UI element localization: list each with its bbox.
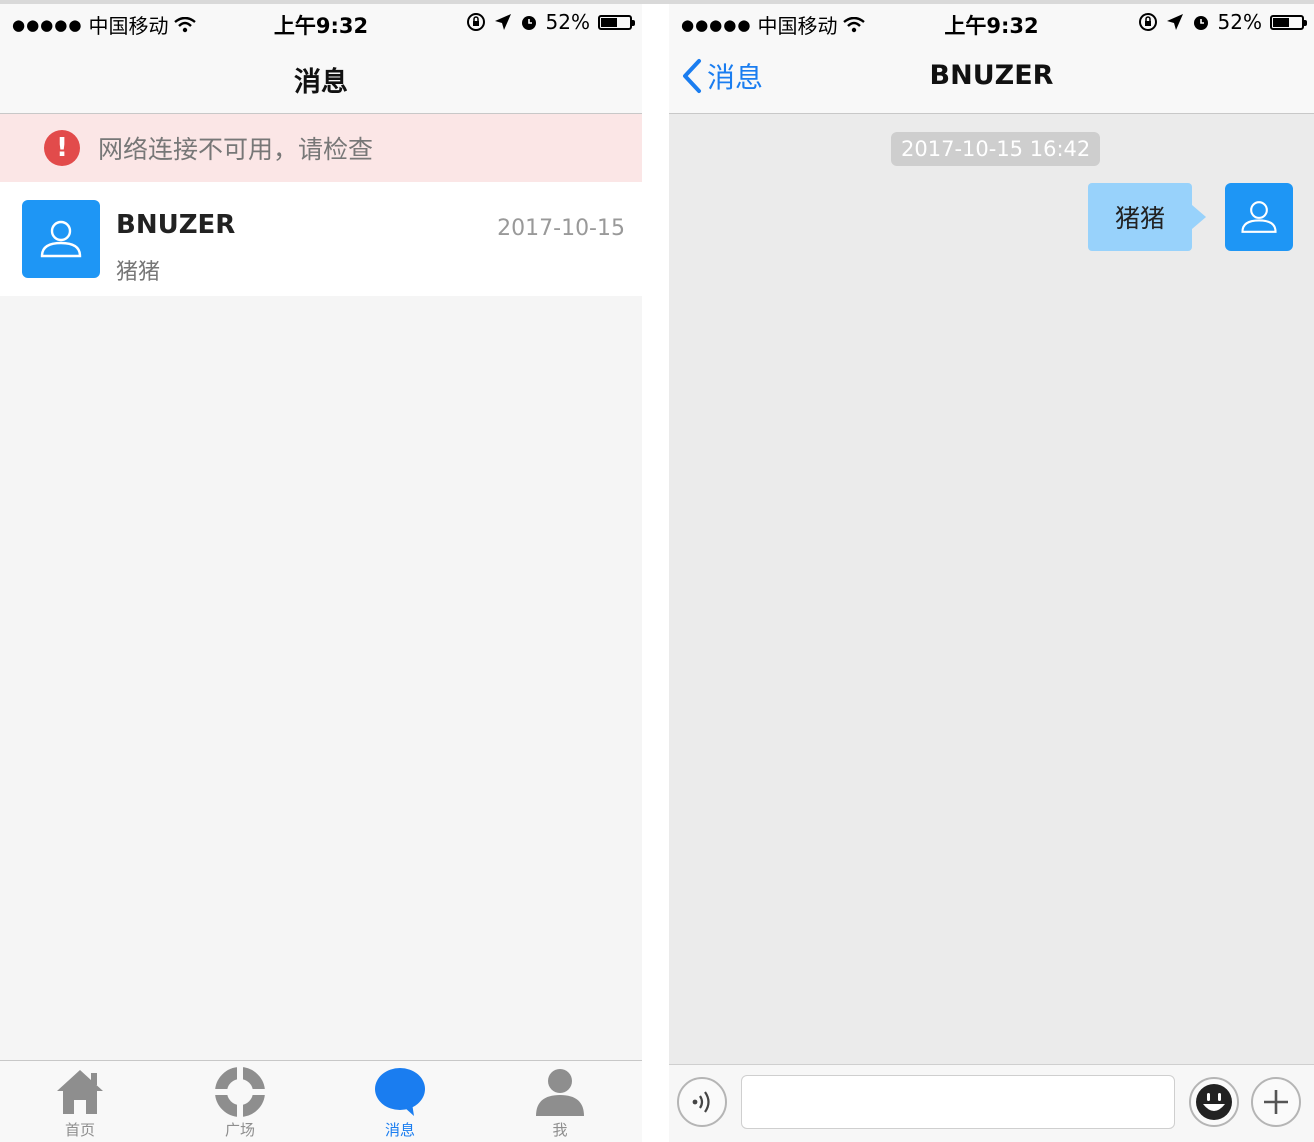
tab-home-label: 首页 xyxy=(64,1121,95,1139)
tab-square-label: 广场 xyxy=(224,1121,255,1139)
message-input[interactable] xyxy=(741,1075,1175,1129)
conversation-preview: 猪猪 xyxy=(116,260,161,285)
tab-profile-label: 我 xyxy=(552,1121,568,1139)
user-icon xyxy=(1241,201,1277,233)
network-alert-banner[interactable]: ! 网络连接不可用，请检查 xyxy=(0,114,642,182)
chat-input-bar xyxy=(669,1064,1314,1142)
message-timestamp: 2017-10-15 16:42 xyxy=(891,132,1101,166)
tab-profile[interactable]: 我 xyxy=(510,1067,610,1140)
alarm-icon xyxy=(1193,16,1208,30)
avatar xyxy=(22,200,100,278)
message-icon xyxy=(375,1068,425,1116)
nav-bar: 消息 xyxy=(0,42,642,114)
tab-bar: 首页 广场 消息 我 xyxy=(0,1060,642,1142)
battery-percent: 52% xyxy=(545,10,590,34)
voice-button[interactable] xyxy=(677,1077,727,1127)
battery-icon xyxy=(1270,14,1307,30)
tab-home[interactable]: 首页 xyxy=(30,1067,130,1140)
chat-title: BNUZER xyxy=(929,60,1054,91)
conversation-row[interactable]: BNUZER 猪猪 2017-10-15 xyxy=(0,182,642,296)
rotation-lock-icon xyxy=(1138,13,1157,31)
battery-percent: 52% xyxy=(1217,10,1262,34)
chat-screen: ●●●●● 中国移动 上午9:32 52% 消息 BNUZER 2017-10-… xyxy=(669,4,1314,1142)
voice-icon xyxy=(692,1091,710,1113)
emoji-icon xyxy=(1196,1084,1232,1120)
more-button[interactable] xyxy=(1251,1077,1301,1127)
status-bar: ●●●●● 中国移动 上午9:32 52% xyxy=(0,4,642,42)
tab-messages-label: 消息 xyxy=(384,1121,415,1139)
alarm-icon xyxy=(521,16,536,30)
status-right: 52% xyxy=(466,10,635,34)
conversation-name: BNUZER xyxy=(116,210,236,240)
location-icon xyxy=(494,14,511,30)
message-bubble[interactable]: 猪猪 xyxy=(1088,183,1206,251)
location-icon xyxy=(1166,14,1183,30)
tab-messages[interactable]: 消息 xyxy=(350,1067,450,1140)
rotation-lock-icon xyxy=(466,13,485,31)
conversation-date: 2017-10-15 xyxy=(497,216,625,241)
square-icon xyxy=(215,1067,265,1117)
emoji-button[interactable] xyxy=(1189,1077,1239,1127)
tab-square[interactable]: 广场 xyxy=(190,1067,290,1140)
alert-text: 网络连接不可用，请检查 xyxy=(98,135,374,164)
screenshot-stage: ●●●●● 中国移动 上午9:32 52% 消息 ! 网络连接不可用，请检查 B… xyxy=(0,0,1314,1142)
status-right: 52% xyxy=(1138,10,1307,34)
nav-bar: 消息 BNUZER xyxy=(669,42,1314,114)
home-icon xyxy=(57,1070,103,1114)
messages-screen: ●●●●● 中国移动 上午9:32 52% 消息 ! 网络连接不可用，请检查 B… xyxy=(0,4,642,1142)
avatar[interactable] xyxy=(1225,183,1293,251)
battery-icon xyxy=(598,14,635,30)
page-title: 消息 xyxy=(294,67,348,98)
profile-icon xyxy=(536,1069,584,1116)
user-icon xyxy=(40,220,82,258)
plus-icon xyxy=(1264,1090,1288,1114)
status-bar: ●●●●● 中国移动 上午9:32 52% xyxy=(669,4,1314,42)
error-icon: ! xyxy=(44,130,80,166)
